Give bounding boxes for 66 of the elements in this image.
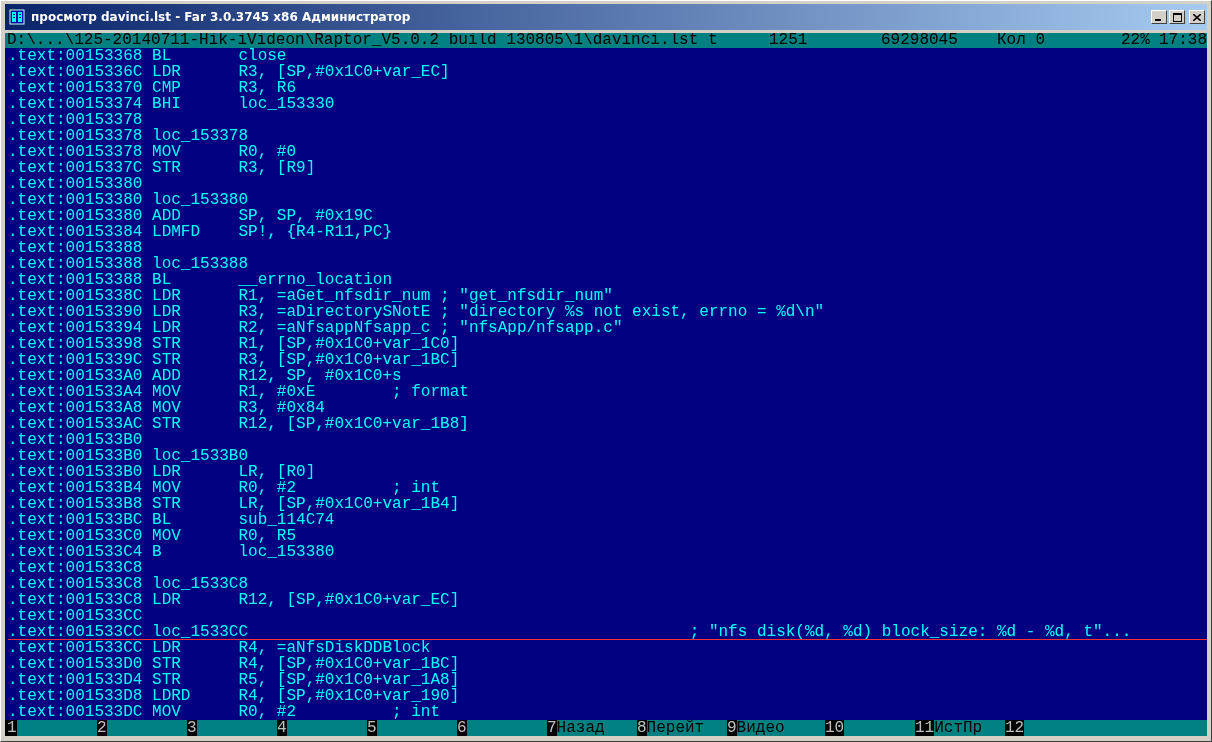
function-key-button[interactable]: Назад: [556, 720, 637, 736]
code-line: .text:001533A4 MOV R1, #0xE ; format: [8, 383, 469, 401]
function-key-button[interactable]: [844, 720, 915, 736]
function-key-button[interactable]: [106, 720, 187, 736]
code-line: .text:00153370 CMP R3, R6: [8, 79, 297, 97]
code-line: .text:001533CC loc_1533CC ; "nfs disk(%d, %d) block_size: %d - %d, t"...: [8, 623, 1132, 641]
code-line: .text:001533C0 MOV R0, R5: [8, 527, 297, 545]
code-line: .text:001533C8 loc_1533C8: [8, 575, 249, 593]
code-line: .text:0015336C LDR R3, [SP,#0x1C0+var_EC]: [8, 63, 450, 81]
code-line: .text:001533C4 B loc_153380: [8, 543, 335, 561]
code-line: .text:0015338C LDR R1, =aGet_nfsdir_num ; "get_nfsdir_num": [8, 287, 613, 305]
close-button[interactable]: [1189, 10, 1205, 24]
file-path: D:\...\125-20140711-Hik-iVideon\Raptor_V5.0.2 build 130805\1\davinci.lst t: [7, 33, 719, 48]
code-line: .text:001533A0 ADD R12, SP, #0x1C0+s: [8, 367, 402, 385]
minimize-button[interactable]: [1151, 10, 1167, 24]
function-key-button[interactable]: [466, 720, 547, 736]
code-line: .text:00153380 ADD SP, SP, #0x19C: [8, 207, 373, 225]
code-line: .text:001533B0 LDR LR, [R0]: [8, 463, 316, 481]
code-line: .text:00153368 BL close: [8, 48, 287, 65]
code-line: .text:001533C8 LDR R12, [SP,#0x1C0+var_EC]: [8, 591, 460, 609]
app-icon: [9, 9, 25, 25]
column-indicator: Кол 0: [997, 33, 1046, 48]
code-line: .text:001533CC: [8, 607, 143, 625]
function-key-button[interactable]: [376, 720, 457, 736]
clock: 17:38: [1159, 33, 1207, 48]
code-line: .text:00153380: [8, 175, 143, 193]
code-line: .text:001533D8 LDRD R4, [SP,#0x1C0+var_190]: [8, 687, 460, 705]
function-key-button[interactable]: Перейт: [646, 720, 727, 736]
code-line: .text:0015337C STR R3, [R9]: [8, 159, 316, 177]
code-line: .text:00153388: [8, 239, 143, 257]
code-line: .text:001533B4 MOV R0, #2 ; int: [8, 479, 441, 497]
close-icon: [1193, 13, 1201, 21]
code-line: .text:00153380 loc_153380: [8, 191, 249, 209]
code-line: .text:00153388 loc_153388: [8, 255, 249, 273]
code-line: .text:001533D0 STR R4, [SP,#0x1C0+var_1BC]: [8, 655, 460, 673]
code-line: .text:001533C8: [8, 559, 143, 577]
code-line: .text:001533BC BL sub_114C74: [8, 511, 335, 529]
function-key-button[interactable]: [286, 720, 367, 736]
code-line: .text:00153398 STR R1, [SP,#0x1C0+var_1C0]: [8, 335, 460, 353]
code-line: .text:001533D4 STR R5, [SP,#0x1C0+var_1A8]: [8, 671, 460, 689]
code-line: .text:001533AC STR R12, [SP,#0x1C0+var_1B8]: [8, 415, 469, 433]
code-line: .text:001533A8 MOV R3, #0x84: [8, 399, 325, 417]
function-key-button[interactable]: [196, 720, 277, 736]
code-line: .text:001533DC MOV R0, #2 ; int: [8, 703, 441, 720]
code-line: .text:001533B0 loc_1533B0: [8, 447, 249, 465]
code-line: .text:00153390 LDR R3, =aDirectorySNotE ; "directory %s not exist, errno = %d\n": [8, 303, 825, 321]
code-line: .text:00153388 BL __errno_location: [8, 271, 393, 289]
code-line: .text:00153374 BHI loc_153330: [8, 95, 335, 113]
function-key-button[interactable]: ИстПр: [934, 720, 1005, 736]
code-line: .text:001533B8 STR LR, [SP,#0x1C0+var_1B4]: [8, 495, 460, 513]
code-line: .text:001533B0: [8, 431, 143, 449]
function-key-button[interactable]: [16, 720, 97, 736]
window-title: просмотр davinci.lst - Far 3.0.3745 x86 Администратор: [31, 10, 412, 24]
code-line: .text:00153378 MOV R0, #0: [8, 143, 297, 161]
codepage-label: 1251: [769, 33, 809, 48]
code-line: .text:00153378 loc_153378: [8, 127, 249, 145]
percent-indicator: 22%: [1121, 33, 1151, 48]
code-line: .text:0015339C STR R3, [SP,#0x1C0+var_1BC]: [8, 351, 460, 369]
maximize-icon: [1172, 12, 1182, 22]
code-line: .text:00153378: [8, 111, 143, 129]
file-size: 69298045: [881, 33, 959, 48]
maximize-button[interactable]: [1169, 10, 1185, 24]
code-line: .text:00153394 LDR R2, =aNfsappNfsapp_c ; "nfsApp/nfsapp.c": [8, 319, 623, 337]
code-line: .text:001533CC LDR R4, =aNfsDiskDDBlock: [8, 639, 431, 657]
function-key-button[interactable]: Видео: [736, 720, 825, 736]
code-line: .text:00153384 LDMFD SP!, {R4-R11,PC}: [8, 223, 393, 241]
